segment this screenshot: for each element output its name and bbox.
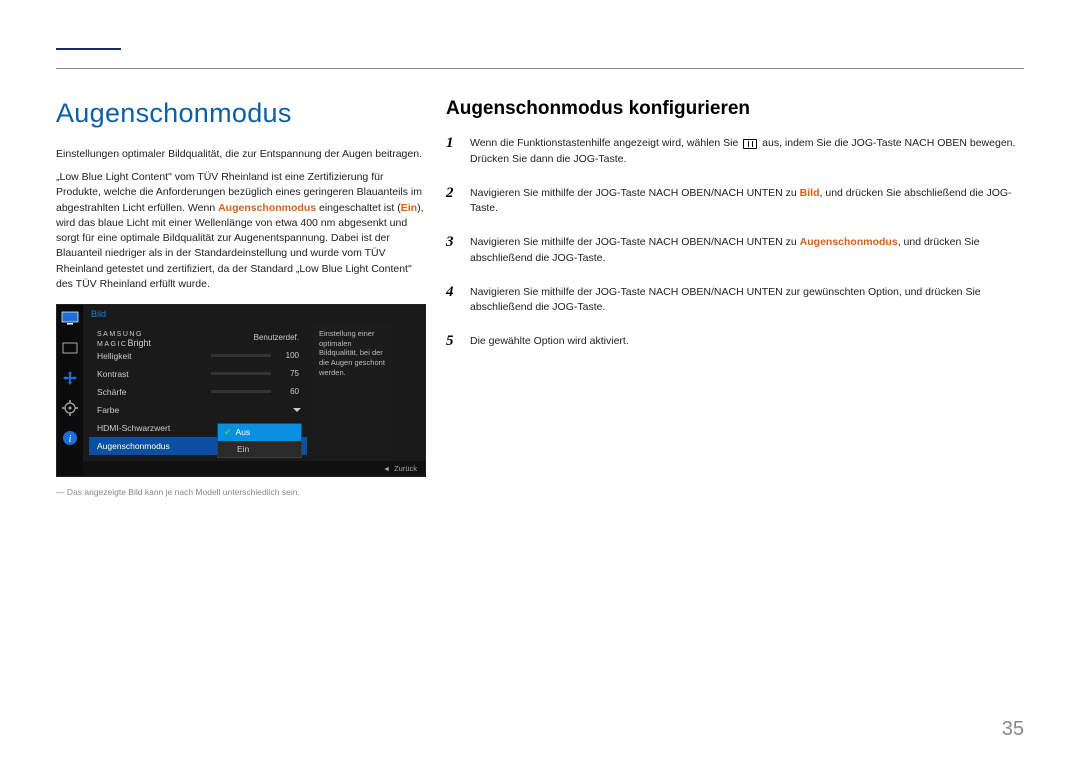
gear-icon bbox=[61, 399, 79, 417]
osd-row-schaerfe: Schärfe 60 bbox=[89, 383, 307, 401]
step-1: 1 Wenn die Funktionstastenhilfe angezeig… bbox=[446, 136, 1024, 168]
osd-row-farbe: Farbe bbox=[89, 401, 307, 419]
frame-icon bbox=[61, 339, 79, 357]
osd-footer: ◄Zurück bbox=[83, 461, 425, 476]
step-2: 2 Navigieren Sie mithilfe der JOG-Taste … bbox=[446, 186, 1024, 218]
osd-option-ein: Ein bbox=[218, 441, 301, 457]
step-4: 4 Navigieren Sie mithilfe der JOG-Taste … bbox=[446, 285, 1024, 317]
check-icon: ✔ bbox=[224, 427, 232, 438]
section-heading: Augenschonmodus konfigurieren bbox=[446, 98, 1024, 120]
osd-tab-label: Bild bbox=[83, 305, 143, 323]
svg-text:i: i bbox=[69, 434, 72, 445]
osd-row-helligkeit: Helligkeit 100 bbox=[89, 347, 307, 365]
intro-paragraph: Einstellungen optimaler Bildqualität, di… bbox=[56, 147, 426, 162]
right-column: Augenschonmodus konfigurieren 1 Wenn die… bbox=[446, 98, 1024, 497]
osd-row-kontrast: Kontrast 75 bbox=[89, 365, 307, 383]
osd-popup: ✔Aus Ein bbox=[217, 423, 302, 458]
back-arrow-icon: ◄ bbox=[383, 466, 390, 473]
step-5: 5 Die gewählte Option wird aktiviert. bbox=[446, 334, 1024, 350]
osd-row-magicbright: SAMSUNGMAGICBright Benutzerdef. bbox=[89, 329, 307, 347]
description-paragraph: „Low Blue Light Content" vom TÜV Rheinla… bbox=[56, 170, 426, 292]
page-number: 35 bbox=[1002, 718, 1024, 741]
header-bar bbox=[56, 48, 121, 78]
menu-icon bbox=[743, 139, 757, 149]
osd-screenshot: i Bild SAMSUNGMAGICBright Benutzerdef. bbox=[56, 304, 426, 477]
page-title: Augenschonmodus bbox=[56, 98, 426, 129]
step-3: 3 Navigieren Sie mithilfe der JOG-Taste … bbox=[446, 235, 1024, 267]
osd-option-aus: ✔Aus bbox=[218, 424, 301, 441]
image-footnote: ― Das angezeigte Bild kann je nach Model… bbox=[56, 487, 426, 497]
osd-description: Einstellung einer optimalen Bildqualität… bbox=[313, 323, 391, 461]
header-rule bbox=[56, 68, 1024, 69]
info-icon: i bbox=[61, 429, 79, 447]
chevron-right-icon bbox=[293, 408, 301, 412]
monitor-icon bbox=[61, 309, 79, 327]
left-column: Augenschonmodus Einstellungen optimaler … bbox=[56, 98, 426, 497]
move-icon bbox=[61, 369, 79, 387]
osd-sidebar: i bbox=[57, 305, 83, 476]
